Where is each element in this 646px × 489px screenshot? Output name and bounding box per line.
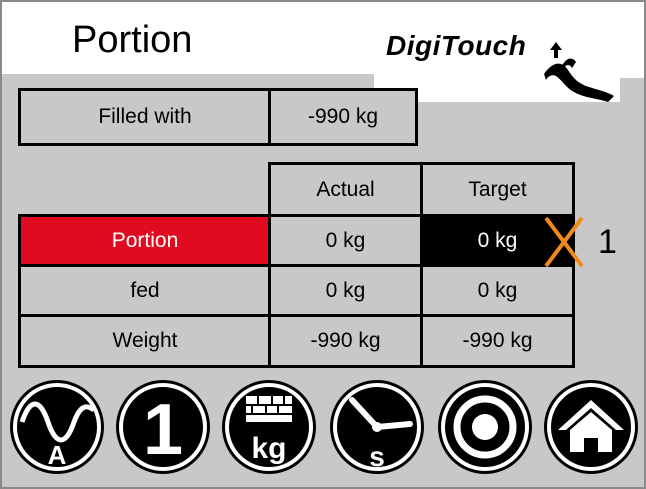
row-label-weight[interactable]: Weight <box>18 314 272 368</box>
clock-seconds-icon: s <box>333 383 421 472</box>
portion-actual-value: 0 kg <box>268 214 423 268</box>
weight-kg-button[interactable]: kg <box>222 380 316 474</box>
fed-target-value[interactable]: 0 kg <box>420 264 575 318</box>
title-divider <box>2 74 374 78</box>
sine-ampere-icon: A <box>13 383 101 471</box>
row-label-fed[interactable]: fed <box>18 264 272 318</box>
row-label-portion[interactable]: Portion <box>18 214 272 268</box>
filled-with-value: -990 kg <box>268 88 418 146</box>
ampere-label: A <box>48 440 67 470</box>
number-one-icon: 1 <box>119 383 207 471</box>
column-header-actual: Actual <box>268 162 423 218</box>
home-icon <box>547 383 635 471</box>
logo-text: DigiTouch <box>386 30 527 61</box>
column-header-target: Target <box>420 162 575 218</box>
number-one-label: 1 <box>143 390 183 470</box>
time-seconds-button[interactable]: s <box>330 380 424 474</box>
fed-actual-value: 0 kg <box>268 264 423 318</box>
screen: Portion DigiTouch Filled with -990 kg Ac… <box>0 0 646 489</box>
weight-actual-value: -990 kg <box>268 314 423 368</box>
home-button[interactable] <box>544 380 638 474</box>
bricks-kg-icon: kg <box>225 383 313 471</box>
seconds-label: s <box>369 441 385 472</box>
page-title: Portion <box>72 19 193 61</box>
weight-target-value[interactable]: -990 kg <box>420 314 575 368</box>
target-button[interactable] <box>438 380 532 474</box>
target-icon <box>441 383 529 471</box>
cross-marker-icon <box>544 216 584 268</box>
marker-label: 1 <box>598 223 617 261</box>
touch-hand-icon <box>544 42 614 102</box>
number-one-button[interactable]: 1 <box>116 380 210 474</box>
filled-with-label: Filled with <box>18 88 272 146</box>
digitouch-logo: DigiTouch <box>374 2 620 102</box>
ampere-button[interactable]: A <box>10 380 104 474</box>
kg-label: kg <box>251 432 286 465</box>
